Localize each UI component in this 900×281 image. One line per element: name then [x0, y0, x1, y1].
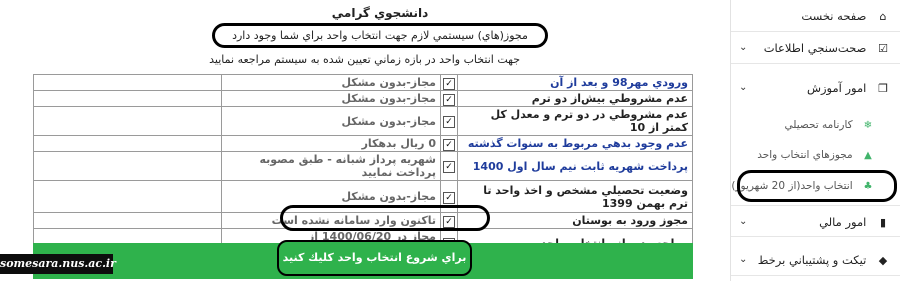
- tree-icon: ▲: [864, 150, 872, 161]
- checkbox-checked-icon: ✓: [443, 116, 455, 128]
- sidebar-item-label: صفحه نخست: [801, 9, 867, 23]
- check-square-icon: ☑: [878, 42, 888, 55]
- main-content: دانشجوي گرامي مجوز(هاي) سيستمي لازم جهت …: [0, 0, 730, 281]
- table-row: عدم مشروطي در دو ترم و معدل كل كمتر از 1…: [33, 106, 693, 136]
- checkbox-checked-icon: ✓: [443, 138, 455, 151]
- sidebar-item-home[interactable]: ⌂ صفحه نخست: [731, 0, 900, 32]
- row-title: عدم مشروطي در دو ترم و معدل كل كمتر از 1…: [457, 106, 693, 136]
- sidebar-item-finance[interactable]: ▮ امور مالي ⌄: [731, 205, 900, 237]
- chevron-down-icon: ⌄: [739, 42, 748, 53]
- row-status: مجاز-بدون مشكل: [221, 106, 441, 136]
- sidebar-item-label: صحت‌سنجي اطلاعات: [763, 41, 867, 55]
- sidebar-sub-transcript[interactable]: ❄ كارنامه تحصيلي: [731, 111, 900, 139]
- copy-icon: ❐: [878, 82, 888, 95]
- greeting-title: دانشجوي گرامي: [331, 6, 429, 20]
- row-status: مجاز-بدون مشكل: [221, 74, 441, 91]
- table-row: عدم وجود بدهي مربوط به سنوات گذشته ✓ 0 ر…: [33, 135, 693, 152]
- sidebar-item-education[interactable]: ❐ امور آموزش ⌄: [731, 72, 900, 104]
- sidebar-item-label: امور آموزش: [806, 81, 867, 95]
- row-status: 0 ريال بدهكار: [221, 135, 441, 152]
- row-title: پرداخت شهريه ثابت نيم سال اول 1400: [457, 151, 693, 181]
- chevron-down-icon: ⌄: [739, 82, 748, 93]
- table-row: عدم مشروطي بيش‌از دو ترم ✓ مجاز-بدون مشك…: [33, 90, 693, 107]
- sidebar-sub-permits[interactable]: ▲ مجوزهاي انتخاب واحد: [731, 141, 900, 169]
- tag-icon: ◆: [878, 254, 888, 267]
- row-title: ورودي مهر98 و بعد از آن: [457, 74, 693, 91]
- sidebar-item-label: امور مالي: [819, 215, 867, 229]
- instruction-text: جهت انتخاب واحد در بازه زماني تعيين شده …: [209, 53, 520, 66]
- sidebar-sub-label: كارنامه تحصيلي: [784, 119, 853, 131]
- checkbox-checked-icon: ✓: [443, 191, 455, 204]
- row-title: عدم وجود بدهي مربوط به سنوات گذشته: [457, 135, 693, 152]
- table-row: ورودي مهر98 و بعد از آن ✓ مجاز-بدون مشكل: [33, 74, 693, 91]
- home-icon: ⌂: [879, 10, 887, 23]
- sidebar-item-verification[interactable]: ☑ صحت‌سنجي اطلاعات ⌄: [731, 32, 900, 64]
- row-title: وضعيت تحصيلي مشخص و اخذ واحد تا ترم بهمن…: [457, 180, 693, 213]
- chevron-down-icon: ⌄: [739, 216, 748, 227]
- sidebar-item-support[interactable]: ◆ تيكت و پشتيباني برخط ⌄: [731, 244, 900, 276]
- row-title: مجوز ورود به بوستان: [457, 212, 693, 229]
- sidebar-item-label: تيكت و پشتيباني برخط: [757, 253, 867, 267]
- chevron-down-icon: ⌄: [739, 254, 748, 265]
- book-icon: ▮: [879, 216, 887, 229]
- sidebar-sub-label: مجوزهاي انتخاب واحد: [757, 149, 853, 161]
- row-status: مجاز-بدون مشكل: [221, 90, 441, 107]
- site-watermark: somesara.nus.ac.ir: [0, 254, 116, 274]
- checkbox-checked-icon: ✓: [443, 93, 455, 106]
- permission-notice: مجوز(هاي) سيستمي لازم جهت انتخاب واحد بر…: [232, 29, 528, 42]
- row-title: عدم مشروطي بيش‌از دو ترم: [457, 90, 693, 107]
- checkbox-checked-icon: ✓: [443, 161, 455, 173]
- start-course-selection-button[interactable]: براي شروع انتخاب واحد كليك كنيد: [277, 240, 472, 276]
- snowflake-icon: ❄: [863, 120, 873, 131]
- sidebar: ⌂ صفحه نخست ☑ صحت‌سنجي اطلاعات ⌄ ❐ امور …: [730, 0, 900, 281]
- date-highlight: [280, 205, 490, 231]
- table-row: پرداخت شهريه ثابت نيم سال اول 1400 ✓ شهر…: [33, 151, 693, 181]
- course-selection-highlight: [737, 170, 897, 202]
- row-status: شهريه پرداز شبانه - طبق مصوبه پرداخت نما…: [221, 151, 441, 181]
- checkbox-checked-icon: ✓: [443, 77, 455, 90]
